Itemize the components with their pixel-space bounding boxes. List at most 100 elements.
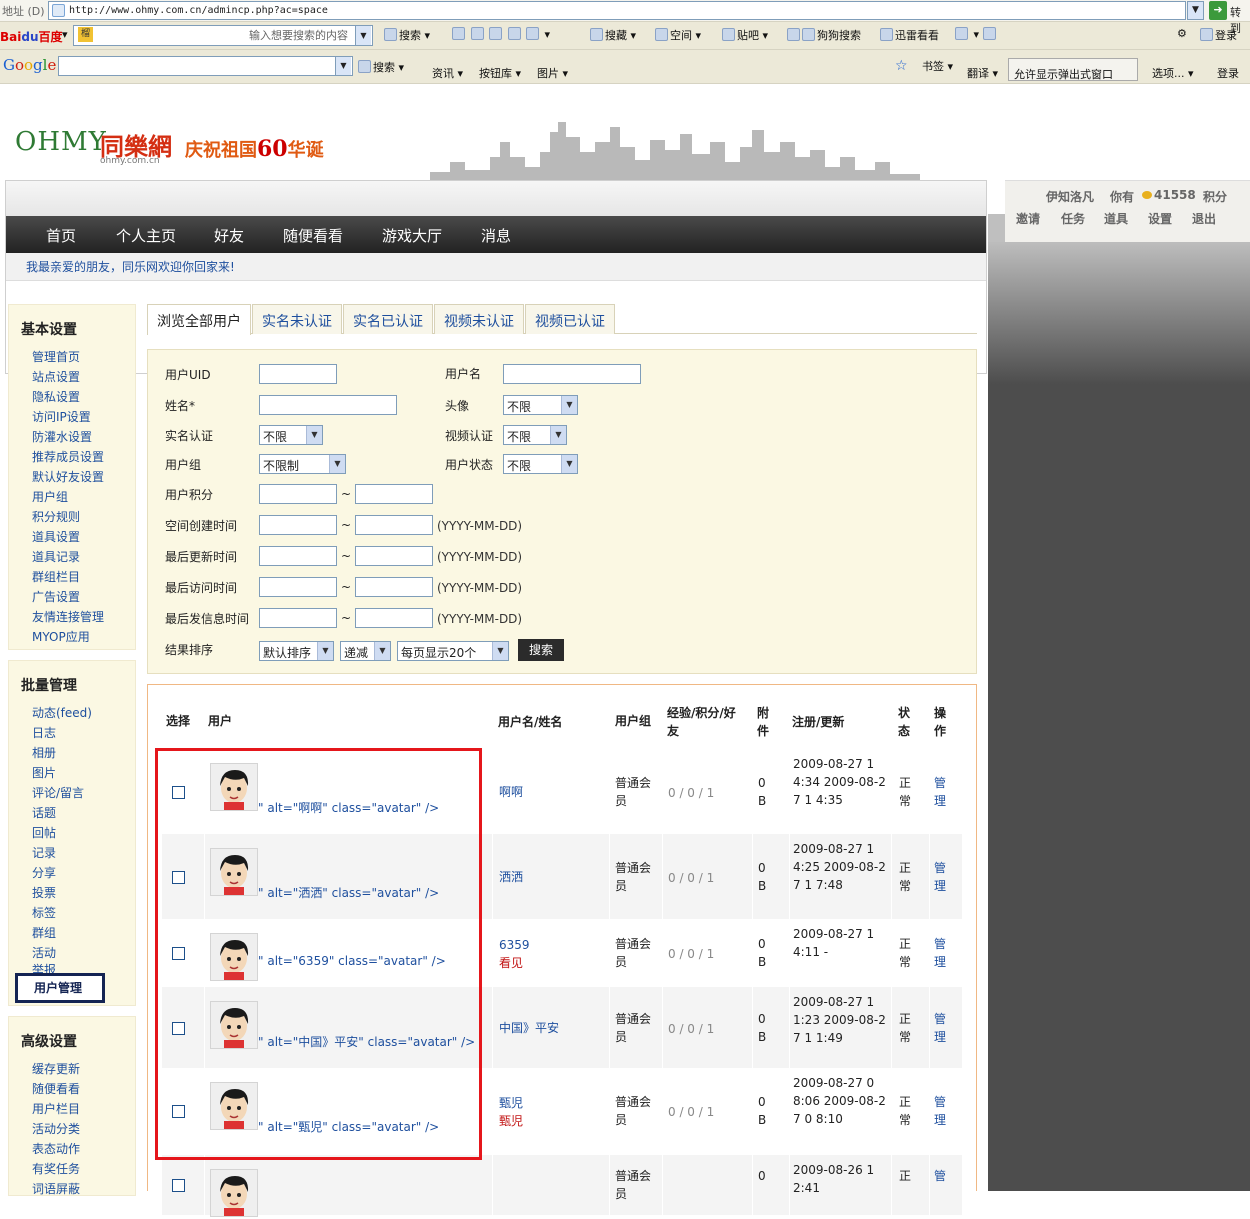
sidebar-item-props-settings[interactable]: 道具设置 bbox=[9, 527, 135, 547]
search-button[interactable]: 搜索 bbox=[518, 639, 564, 661]
star-icon[interactable]: ☆ bbox=[895, 58, 908, 74]
posted-to-input[interactable] bbox=[355, 608, 433, 628]
baidu-quick-icons[interactable]: ▾ bbox=[452, 27, 550, 41]
username-input[interactable] bbox=[503, 364, 641, 384]
sidebar-item-reports[interactable]: 举报 bbox=[9, 963, 135, 973]
sidebar-item-cache-update[interactable]: 缓存更新 bbox=[9, 1059, 135, 1079]
sidebar-item-myop[interactable]: MYOP应用 bbox=[9, 627, 135, 647]
updated-from-input[interactable] bbox=[259, 546, 337, 566]
status-select[interactable]: 不限 ▼ bbox=[503, 454, 578, 474]
google-search-button[interactable]: 搜索 ▾ bbox=[358, 59, 404, 75]
sidebar-item-events[interactable]: 活动 bbox=[9, 943, 135, 963]
sidebar-item-admin-home[interactable]: 管理首页 bbox=[9, 347, 135, 367]
google-bookmarks-button[interactable]: 书签 ▾ bbox=[922, 58, 953, 74]
nav-friends[interactable]: 好友 bbox=[214, 225, 244, 246]
user-name[interactable]: 伊知洛凡 bbox=[1046, 188, 1094, 205]
credit-max-input[interactable] bbox=[355, 484, 433, 504]
baidu-menu-icon[interactable]: ▾ bbox=[62, 28, 68, 41]
sidebar-item-recommend-members[interactable]: 推荐成员设置 bbox=[9, 447, 135, 467]
invite-link[interactable]: 邀请 bbox=[1016, 210, 1040, 227]
sidebar-item-ip-access[interactable]: 访问IP设置 bbox=[9, 407, 135, 427]
settings-link[interactable]: 设置 bbox=[1148, 210, 1172, 227]
username-link[interactable]: 洒洒 bbox=[499, 868, 523, 886]
username-link[interactable]: 啊啊 bbox=[499, 783, 523, 801]
manage-link[interactable]: 管理 bbox=[934, 1093, 948, 1129]
sidebar-item-credit-rules[interactable]: 积分规则 bbox=[9, 507, 135, 527]
manage-link[interactable]: 管 bbox=[934, 1167, 948, 1185]
created-to-input[interactable] bbox=[355, 515, 433, 535]
sort-field-select[interactable]: 默认排序 ▼ bbox=[259, 641, 334, 661]
google-options-button[interactable]: 选项... ▾ bbox=[1152, 65, 1194, 81]
sidebar-item-user-groups[interactable]: 用户组 bbox=[9, 487, 135, 507]
google-login-button[interactable]: 登录 bbox=[1217, 65, 1239, 81]
avatar[interactable] bbox=[210, 1169, 258, 1217]
sidebar-item-reward-tasks[interactable]: 有奖任务 bbox=[9, 1159, 135, 1179]
settings-gear-icon[interactable]: ⚙ bbox=[1177, 27, 1187, 40]
nav-game-hall[interactable]: 游戏大厅 bbox=[382, 225, 442, 246]
sidebar-item-topics[interactable]: 话题 bbox=[9, 803, 135, 823]
nav-home[interactable]: 首页 bbox=[46, 225, 76, 246]
sidebar-item-props-log[interactable]: 道具记录 bbox=[9, 547, 135, 567]
google-translate-button[interactable]: 翻译 ▾ bbox=[967, 65, 998, 81]
baidu-search-input[interactable]: 榴 输入想要搜索的内容 bbox=[73, 25, 373, 46]
google-buttons-button[interactable]: 按钮库 ▾ bbox=[479, 65, 521, 81]
google-news-button[interactable]: 资讯 ▾ bbox=[432, 65, 463, 81]
sidebar-item-word-filter[interactable]: 词语屏蔽 bbox=[9, 1179, 135, 1199]
manage-link[interactable]: 管理 bbox=[934, 935, 948, 971]
video-verify-select[interactable]: 不限 ▼ bbox=[503, 425, 567, 445]
address-input[interactable]: http://www.ohmy.com.cn/admincp.php?ac=sp… bbox=[48, 1, 1186, 20]
sidebar-item-default-friends[interactable]: 默认好友设置 bbox=[9, 467, 135, 487]
sidebar-item-shares[interactable]: 分享 bbox=[9, 863, 135, 883]
visited-to-input[interactable] bbox=[355, 577, 433, 597]
avatar-select[interactable]: 不限 ▼ bbox=[503, 395, 578, 415]
credit-min-input[interactable] bbox=[259, 484, 337, 504]
sidebar-item-ad-settings[interactable]: 广告设置 bbox=[9, 587, 135, 607]
created-from-input[interactable] bbox=[259, 515, 337, 535]
nav-profile[interactable]: 个人主页 bbox=[116, 225, 176, 246]
posted-from-input[interactable] bbox=[259, 608, 337, 628]
go-arrow-icon[interactable]: ➜ bbox=[1209, 1, 1227, 20]
username-link[interactable]: 甄児 bbox=[499, 1094, 523, 1112]
google-images-button[interactable]: 图片 ▾ bbox=[537, 65, 568, 81]
per-page-select[interactable]: 每页显示20个 ▼ bbox=[397, 641, 509, 661]
tab-video-verified[interactable]: 视频已认证 bbox=[525, 304, 615, 334]
baidu-login-button[interactable]: 登录 bbox=[1200, 27, 1237, 43]
uid-input[interactable] bbox=[259, 364, 337, 384]
sidebar-item-user-columns[interactable]: 用户栏目 bbox=[9, 1099, 135, 1119]
sidebar-item-feed[interactable]: 动态(feed) bbox=[9, 703, 135, 723]
baidu-search-button[interactable]: 搜索 ▾ bbox=[384, 27, 430, 43]
realname-input[interactable] bbox=[259, 395, 397, 415]
sidebar-item-anti-flood[interactable]: 防灌水设置 bbox=[9, 427, 135, 447]
sidebar-item-pictures[interactable]: 图片 bbox=[9, 763, 135, 783]
sidebar-item-reactions[interactable]: 表态动作 bbox=[9, 1139, 135, 1159]
manage-link[interactable]: 管理 bbox=[934, 859, 948, 895]
name-verify-select[interactable]: 不限 ▼ bbox=[259, 425, 323, 445]
sort-order-select[interactable]: 递减 ▼ bbox=[340, 641, 391, 661]
sidebar-item-comments[interactable]: 评论/留言 bbox=[9, 783, 135, 803]
sogou-search-button[interactable]: 狗狗搜索 bbox=[787, 27, 861, 43]
username-link[interactable]: 6359 bbox=[499, 936, 530, 954]
manage-link[interactable]: 管理 bbox=[934, 1010, 948, 1046]
baidu-space-button[interactable]: 空间 ▾ bbox=[655, 27, 701, 43]
tasks-link[interactable]: 任务 bbox=[1061, 210, 1085, 227]
updated-to-input[interactable] bbox=[355, 546, 433, 566]
manage-link[interactable]: 管理 bbox=[934, 774, 948, 810]
sidebar-item-groups[interactable]: 群组 bbox=[9, 923, 135, 943]
group-select[interactable]: 不限制 ▼ bbox=[259, 454, 346, 474]
username-link[interactable]: 中国》平安 bbox=[499, 1019, 559, 1037]
baidu-favorites-button[interactable]: 搜藏 ▾ bbox=[590, 27, 636, 43]
props-link[interactable]: 道具 bbox=[1104, 210, 1128, 227]
nav-browse[interactable]: 随便看看 bbox=[283, 225, 343, 246]
baidu-tieba-button[interactable]: 贴吧 ▾ bbox=[722, 27, 768, 43]
visited-from-input[interactable] bbox=[259, 577, 337, 597]
sidebar-item-replies[interactable]: 回帖 bbox=[9, 823, 135, 843]
sidebar-item-privacy[interactable]: 隐私设置 bbox=[9, 387, 135, 407]
xunlei-button[interactable]: 迅雷看看 bbox=[880, 27, 939, 43]
google-dropdown-icon[interactable]: ▼ bbox=[335, 57, 351, 75]
row-checkbox[interactable] bbox=[172, 1179, 185, 1192]
address-dropdown-icon[interactable]: ▼ bbox=[1187, 1, 1204, 20]
nav-messages[interactable]: 消息 bbox=[481, 225, 511, 246]
tab-name-unverified[interactable]: 实名未认证 bbox=[252, 304, 342, 334]
site-logo[interactable]: OHMY bbox=[15, 127, 107, 157]
baidu-dropdown-icon[interactable]: ▼ bbox=[355, 26, 371, 45]
